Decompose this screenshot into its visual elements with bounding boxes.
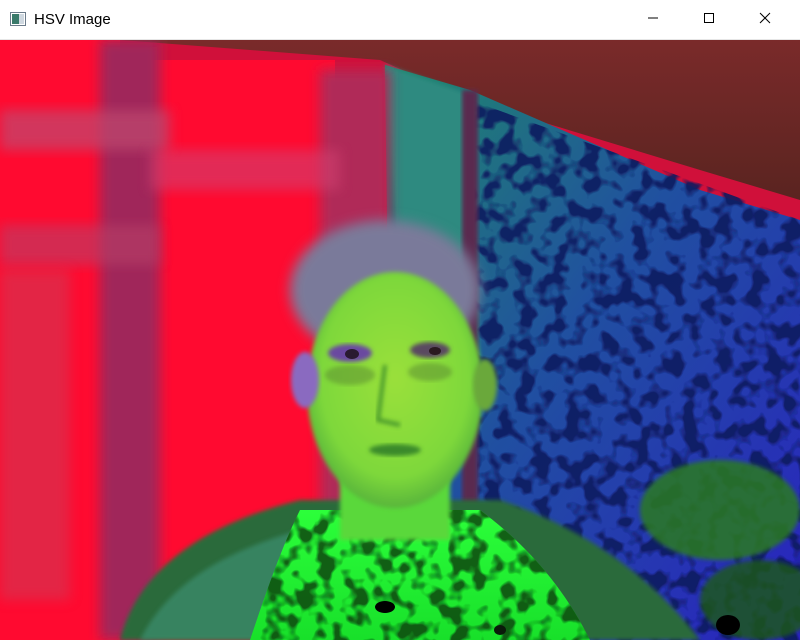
opencv-window-icon	[10, 12, 26, 26]
window-title: HSV Image	[34, 11, 111, 28]
minimize-icon	[647, 11, 659, 29]
maximize-button[interactable]	[686, 0, 732, 40]
hsv-image-canvas[interactable]	[0, 40, 800, 640]
hsv-image	[0, 40, 800, 640]
opencv-window: HSV Image	[0, 0, 800, 640]
title-bar[interactable]: HSV Image	[0, 0, 800, 40]
maximize-icon	[703, 11, 715, 29]
minimize-button[interactable]	[630, 0, 676, 40]
close-icon	[759, 11, 771, 29]
close-button[interactable]	[742, 0, 788, 40]
